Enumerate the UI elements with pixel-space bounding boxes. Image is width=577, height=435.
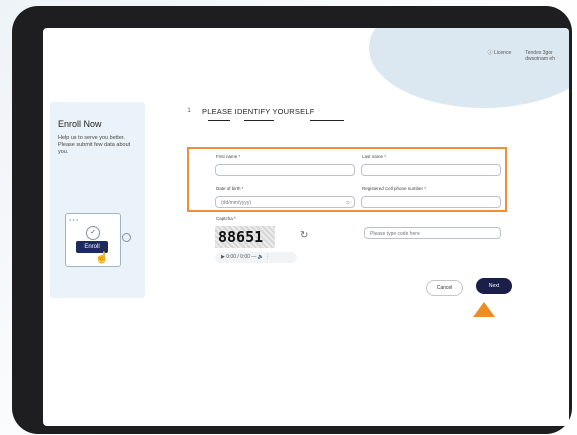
- decorative-blob: [369, 28, 569, 108]
- header-link[interactable]: Tendes 3gor dwsotnam eh: [525, 50, 555, 62]
- title-underline: [208, 120, 230, 121]
- audio-player[interactable]: ▶ 0:00 / 0:00 — 🔈 ⋮: [215, 252, 297, 263]
- captcha-image: 88651: [215, 226, 275, 248]
- header-links: ⓘ Licence Tendes 3gor dwsotnam eh: [488, 50, 555, 62]
- step-title: PLEASE IDENTIFY YOURSELF: [202, 106, 315, 116]
- audio-time: 0:00 / 0:00: [226, 254, 250, 260]
- next-button[interactable]: Next: [476, 278, 512, 294]
- licence-link[interactable]: ⓘ Licence: [488, 50, 512, 56]
- enroll-panel: Enroll Now Help us to serve you better. …: [50, 102, 145, 298]
- pointer-arrow-icon: [473, 302, 495, 317]
- volume-icon[interactable]: — 🔈 ⋮: [251, 254, 270, 260]
- captcha-input[interactable]: Please type code here: [364, 227, 501, 239]
- enroll-title: Enroll Now: [58, 119, 102, 129]
- enroll-illustration: ● ● ● ✓ Enroll ☝: [65, 207, 135, 273]
- identify-form: 1 PLEASE IDENTIFY YOURSELF First name * …: [184, 104, 512, 334]
- ring-icon: [122, 233, 131, 242]
- highlight-box: [187, 147, 507, 212]
- step-header: 1 PLEASE IDENTIFY YOURSELF: [184, 106, 314, 116]
- enroll-description: Help us to serve you better. Please subm…: [58, 135, 131, 155]
- pointer-hand-icon: ☝: [95, 252, 109, 264]
- step-number: 1: [187, 108, 191, 114]
- refresh-icon[interactable]: ↻: [300, 230, 308, 241]
- title-underline: [310, 120, 344, 121]
- play-icon[interactable]: ▶: [221, 254, 225, 260]
- check-icon: ✓: [86, 226, 100, 240]
- window-dots-icon: ● ● ●: [69, 217, 79, 222]
- title-underline: [244, 120, 274, 121]
- cancel-button[interactable]: Cancel: [426, 280, 463, 296]
- captcha-label: Captcha *: [216, 216, 236, 221]
- illustration-card: ● ● ● ✓: [65, 213, 121, 267]
